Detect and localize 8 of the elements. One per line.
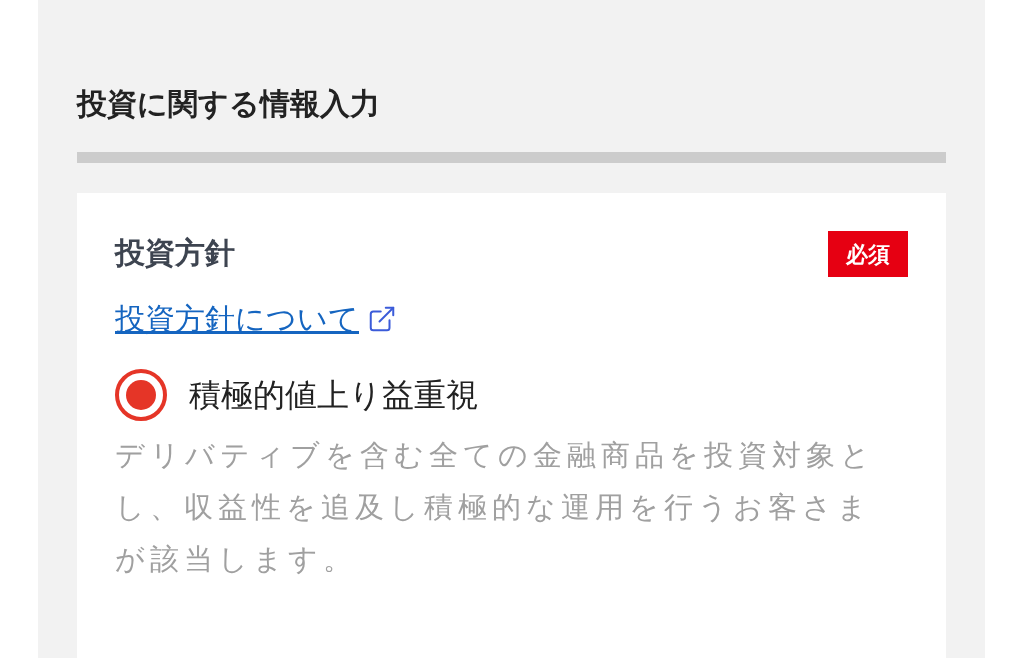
external-link-icon <box>367 304 397 334</box>
radio-button[interactable] <box>115 369 167 421</box>
required-badge: 必須 <box>828 231 908 277</box>
option-description: デリバティブを含む全ての金融商品を投資対象とし、収益性を追及し積極的な運用を行うお客さまが該当します。 <box>115 437 876 578</box>
section-title: 投資に関する情報入力 <box>77 85 381 123</box>
policy-link[interactable]: 投資方針について <box>115 297 397 341</box>
field-label: 投資方針 <box>115 234 235 272</box>
option-label: 積極的値上り益重視 <box>189 375 478 416</box>
